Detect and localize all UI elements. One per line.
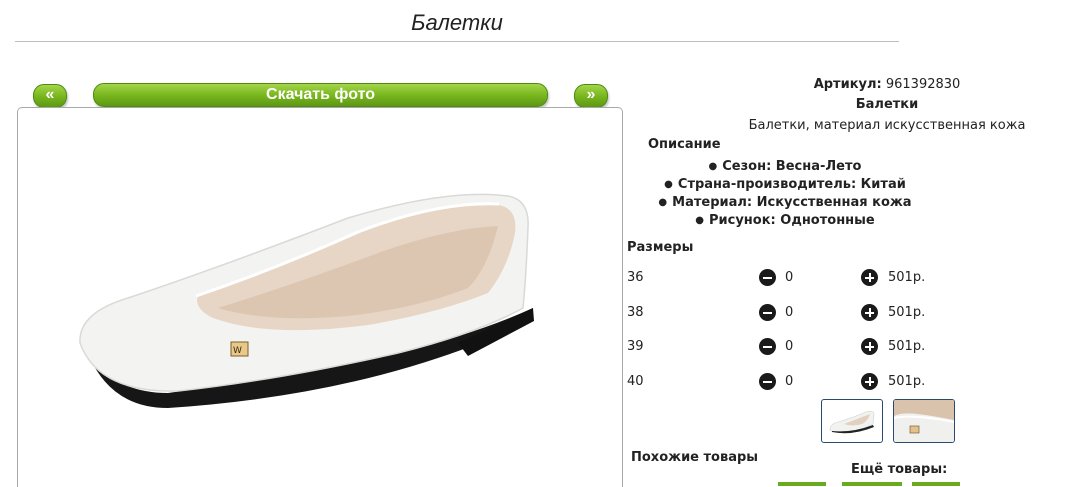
qty-value: 0: [785, 270, 794, 285]
more-products-link[interactable]: [842, 482, 902, 486]
similar-products-heading: Похожие товары: [631, 450, 759, 465]
size-price: 501р.: [888, 270, 926, 285]
product-name: Балетки: [855, 97, 919, 112]
increase-qty-icon[interactable]: [861, 338, 878, 355]
decrease-qty-icon[interactable]: [759, 338, 776, 355]
article-value: 961392830: [885, 77, 961, 92]
download-photo-button[interactable]: Скачать фото: [93, 83, 548, 107]
size-row: 36 0 501р.: [627, 268, 947, 288]
article-line: Артикул: 961392830: [780, 77, 994, 92]
size-row: 40 0 501р.: [627, 372, 947, 392]
size-label: 38: [627, 305, 644, 320]
photo-thumbnail[interactable]: [893, 399, 955, 443]
size-price: 501р.: [888, 305, 926, 320]
size-row: 39 0 501р.: [627, 337, 947, 357]
shoe-image: W: [79, 193, 534, 408]
increase-qty-icon[interactable]: [861, 269, 878, 286]
more-products-link[interactable]: [912, 482, 960, 486]
more-products-heading: Ещё товары:: [851, 462, 948, 477]
product-subtitle: Балетки, материал искусственная кожа: [748, 118, 1026, 133]
size-price: 501р.: [888, 339, 926, 354]
decrease-qty-icon[interactable]: [759, 304, 776, 321]
feature-item: ● Сезон: Весна-Лето: [708, 159, 862, 174]
increase-qty-icon[interactable]: [861, 304, 878, 321]
size-label: 36: [627, 270, 644, 285]
feature-item: ● Материал: Искусственная кожа: [658, 195, 912, 210]
next-photo-button[interactable]: »: [574, 84, 608, 108]
increase-qty-icon[interactable]: [861, 373, 878, 390]
size-label: 39: [627, 339, 644, 354]
description-heading: Описание: [648, 137, 721, 152]
size-row: 38 0 501р.: [627, 303, 947, 323]
size-price: 501р.: [888, 374, 926, 389]
product-photo: W: [17, 107, 623, 487]
feature-item: ● Страна-производитель: Китай: [664, 177, 906, 192]
article-label: Артикул:: [813, 77, 882, 92]
decrease-qty-icon[interactable]: [759, 373, 776, 390]
qty-value: 0: [785, 374, 794, 389]
more-products-link[interactable]: [778, 482, 826, 486]
sizes-heading: Размеры: [627, 240, 694, 255]
feature-list: ● Сезон: Весна-Лето ● Страна-производитель…: [620, 158, 950, 230]
size-label: 40: [627, 374, 644, 389]
svg-text:W: W: [233, 346, 242, 356]
title-divider: [15, 41, 899, 42]
qty-value: 0: [785, 305, 794, 320]
decrease-qty-icon[interactable]: [759, 269, 776, 286]
feature-item: ● Рисунок: Однотонные: [695, 213, 875, 228]
qty-value: 0: [785, 339, 794, 354]
photo-thumbnail[interactable]: [821, 399, 883, 443]
prev-photo-button[interactable]: «: [33, 84, 67, 108]
page-title: Балетки: [411, 10, 503, 35]
